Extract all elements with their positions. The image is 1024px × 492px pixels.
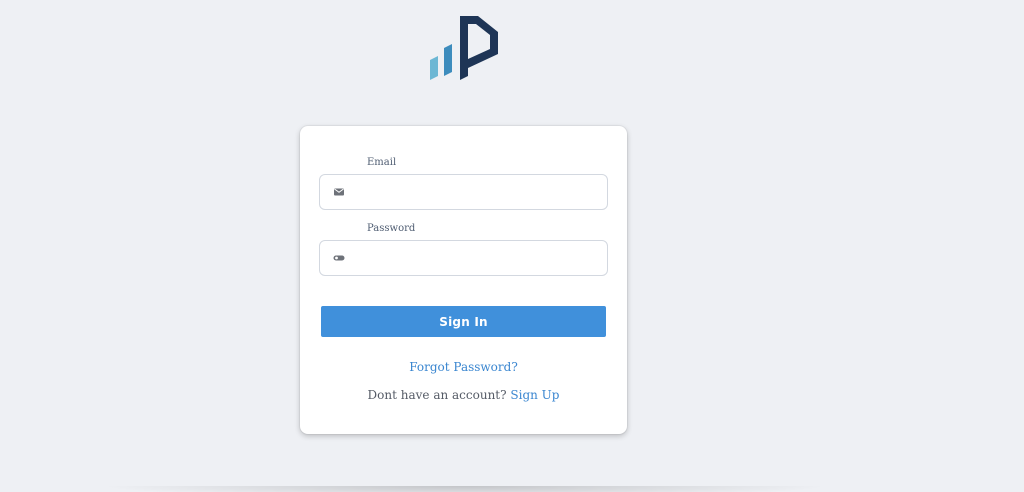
key-icon (333, 255, 345, 261)
bottom-shadow-divider (100, 486, 830, 492)
email-input[interactable] (356, 175, 600, 211)
brand-logo-icon (430, 16, 498, 80)
logo-bar-small (430, 56, 438, 80)
logo-bar-medium (444, 44, 452, 76)
no-account-text: Dont have an account? (367, 388, 507, 402)
login-page: Email Password Sign In Forgot Password? … (0, 0, 1024, 492)
logo-letter-p (460, 16, 498, 80)
password-input[interactable] (356, 241, 600, 277)
email-label: Email (367, 157, 397, 168)
password-field[interactable] (319, 240, 608, 277)
sign-in-button[interactable]: Sign In (321, 306, 606, 337)
sign-up-link[interactable]: Sign Up (510, 388, 559, 402)
password-label: Password (367, 223, 416, 234)
signup-prompt: Dont have an account? Sign Up (300, 388, 627, 402)
forgot-password-link[interactable]: Forgot Password? (300, 360, 627, 374)
login-card: Email Password Sign In Forgot Password? … (300, 126, 627, 434)
envelope-icon (334, 188, 344, 196)
email-field[interactable] (319, 174, 608, 211)
